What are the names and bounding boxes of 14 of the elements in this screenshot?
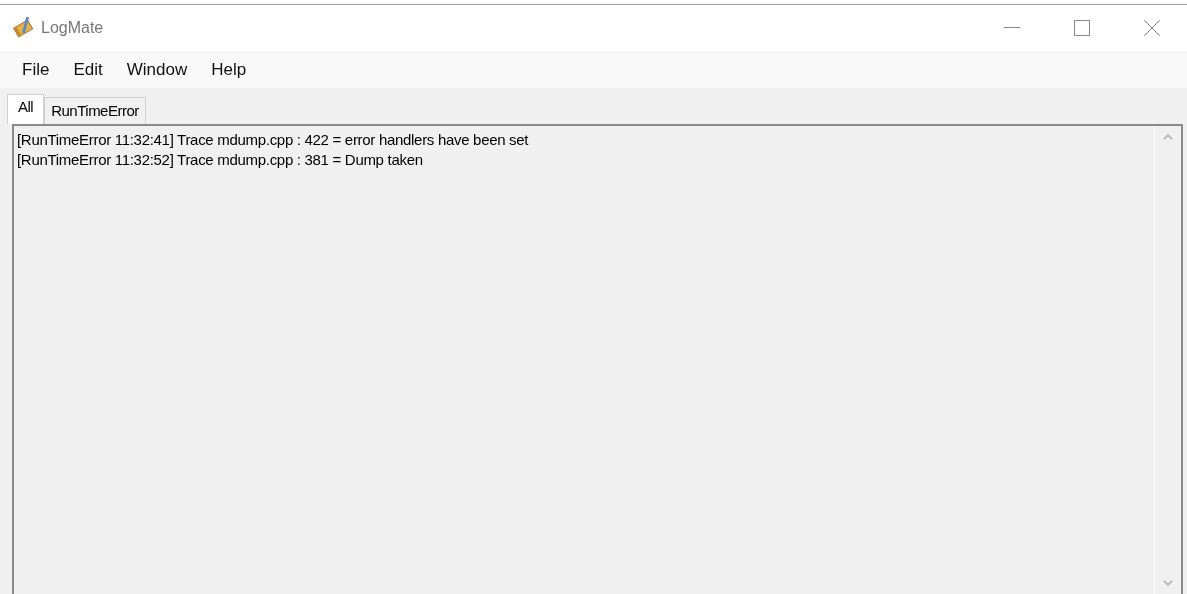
tab[interactable]: RunTimeError bbox=[44, 97, 146, 124]
tab[interactable]: All bbox=[7, 94, 45, 124]
window-title: LogMate bbox=[41, 18, 104, 38]
maximize-icon bbox=[1074, 20, 1090, 36]
close-icon bbox=[1144, 20, 1160, 36]
scroll-down-icon[interactable] bbox=[1163, 580, 1173, 586]
minimize-icon bbox=[1004, 27, 1020, 29]
log-line: [RunTimeError 11:32:52] Trace mdump.cpp : 381 = Dump taken bbox=[17, 150, 423, 170]
scroll-up-icon[interactable] bbox=[1163, 134, 1173, 140]
log-line: [RunTimeError 11:32:41] Trace mdump.cpp : 422 = error handlers have been set bbox=[17, 130, 529, 150]
menu-item[interactable]: Edit bbox=[63, 56, 113, 83]
menu-item[interactable]: Window bbox=[116, 56, 198, 83]
menu-item[interactable]: File bbox=[12, 56, 60, 83]
menu-item[interactable]: Help bbox=[201, 56, 257, 83]
